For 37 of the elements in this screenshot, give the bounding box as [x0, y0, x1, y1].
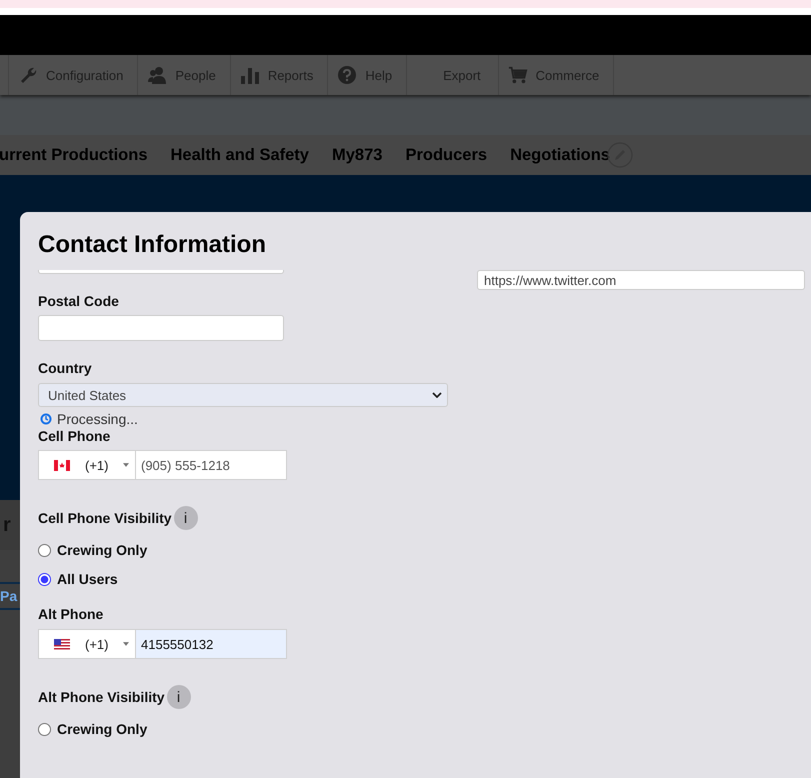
- cart-icon: [508, 65, 528, 85]
- field-label: Alt Phone: [38, 605, 104, 623]
- field-label: Cell Phone: [38, 428, 110, 444]
- flag-icon: [54, 460, 70, 470]
- field-label: Postal Code: [38, 292, 119, 310]
- nav-link[interactable]: My873: [332, 146, 382, 164]
- chevron-icon: [432, 392, 442, 398]
- nav-link[interactable]: Producers: [405, 146, 488, 164]
- radio-label: All Users: [57, 571, 118, 587]
- phone-input[interactable]: (905) 555-1218: [136, 450, 287, 480]
- radio-button[interactable]: [38, 722, 51, 736]
- spinner-icon: [40, 413, 52, 425]
- radio-button[interactable]: [38, 544, 51, 556]
- postal-code-input[interactable]: [38, 315, 284, 341]
- country-select[interactable]: United States: [38, 383, 448, 407]
- help-icon: [337, 65, 358, 85]
- field-label: Alt Phone Visibility: [38, 688, 165, 706]
- info-badge[interactable]: i: [174, 506, 198, 530]
- nav-link[interactable]: urrent Productions: [0, 146, 148, 164]
- nav-link[interactable]: Negotiations: [510, 146, 610, 164]
- radio-label: Crewing Only: [57, 542, 148, 558]
- radio-label: Crewing Only: [57, 721, 148, 737]
- country-code-dropdown[interactable]: (+1): [38, 450, 136, 480]
- phone-input[interactable]: 4155550132: [136, 629, 287, 659]
- info-badge[interactable]: i: [166, 685, 191, 709]
- bar-chart-icon: [240, 65, 260, 85]
- twitter-url-input[interactable]: https://www.twitter.com: [477, 270, 805, 290]
- dialog-title: Contact Information: [38, 230, 267, 260]
- country-code-dropdown[interactable]: (+1): [38, 629, 136, 659]
- processing-text: Processing...: [57, 411, 138, 427]
- field-label: Country: [38, 359, 92, 377]
- people-icon: [147, 65, 168, 85]
- flag-icon: [54, 638, 70, 650]
- radio-button[interactable]: [38, 572, 51, 586]
- nav-link[interactable]: Health and Safety: [170, 146, 309, 164]
- caret-icon: [123, 642, 130, 646]
- caret-icon: [123, 463, 130, 467]
